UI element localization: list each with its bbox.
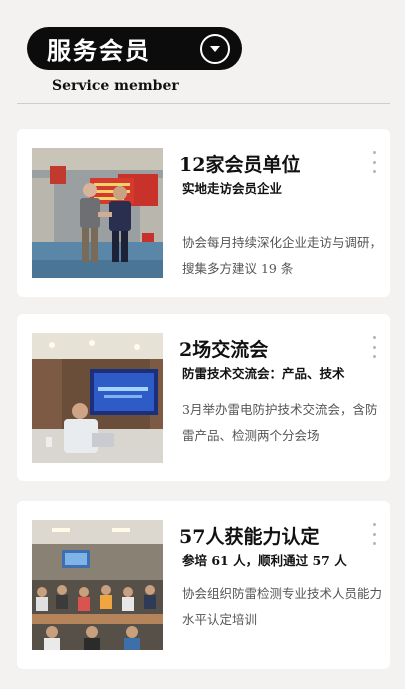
service-member-page: 服务会员 Service member 12家会员单位 实地走访会员企业 协会每… xyxy=(0,0,405,689)
card-image xyxy=(32,333,163,463)
chevron-down-icon xyxy=(210,45,220,52)
more-dot-icon xyxy=(372,355,376,358)
page-title: 服务会员 xyxy=(47,36,151,65)
card-description: 协会每月持续深化企业走访与调研，搜集多方建议 19 条 xyxy=(182,235,383,276)
card-title: 57人获能力认定 xyxy=(179,526,320,548)
more-dot-icon xyxy=(372,542,376,545)
more-dot-icon xyxy=(372,345,376,349)
dropdown-toggle-button[interactable] xyxy=(200,34,230,64)
card-subtitle: 参培 61 人，顺利通过 57 人 xyxy=(182,553,347,568)
training-photo xyxy=(32,520,163,650)
card-subtitle: 防雷技术交流会：产品、技术 xyxy=(182,366,345,381)
card-image xyxy=(32,520,163,650)
more-dot-icon xyxy=(372,151,376,154)
card-certification[interactable]: 57人获能力认定 参培 61 人，顺利通过 57 人 协会组织防雷检测专业技术人… xyxy=(17,501,390,669)
card-title: 12家会员单位 xyxy=(179,154,301,176)
card-exchange-meetings[interactable]: 2场交流会 防雷技术交流会：产品、技术 3月举办雷电防护技术交流会，含防雷产品、… xyxy=(17,314,390,481)
card-image xyxy=(32,148,163,278)
card-description: 3月举办雷电防护技术交流会，含防雷产品、检测两个分会场 xyxy=(182,402,378,443)
header-divider xyxy=(17,103,390,104)
card-member-visits[interactable]: 12家会员单位 实地走访会员企业 协会每月持续深化企业走访与调研，搜集多方建议 … xyxy=(17,129,390,297)
more-options-button[interactable] xyxy=(370,151,378,173)
more-dot-icon xyxy=(372,523,376,526)
card-description: 协会组织防雷检测专业技术人员能力水平认定培训 xyxy=(182,586,383,627)
card-subtitle: 实地走访会员企业 xyxy=(182,181,283,196)
meeting-photo xyxy=(32,333,163,463)
more-dot-icon xyxy=(372,160,376,164)
header-pill: 服务会员 xyxy=(27,27,242,70)
handshake-photo xyxy=(32,148,163,278)
more-options-button[interactable] xyxy=(370,336,378,358)
more-dot-icon xyxy=(372,532,376,536)
card-title: 2场交流会 xyxy=(179,339,269,361)
page-subtitle: Service member xyxy=(52,78,179,94)
more-dot-icon xyxy=(372,170,376,173)
more-options-button[interactable] xyxy=(370,523,378,545)
more-dot-icon xyxy=(372,336,376,339)
